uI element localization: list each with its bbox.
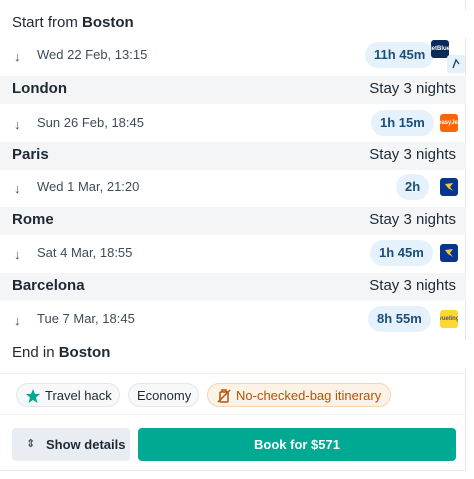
segment-row[interactable]: ↓ Sun 26 Feb, 18:45 1h 15m easyJet [0,104,466,142]
vueling-logo-icon: vueling [440,310,458,328]
no-bag-icon [217,389,231,403]
segment-row[interactable]: ↓ Tue 7 Mar, 18:45 8h 55m vueling [0,300,466,338]
stop-city: Rome [12,211,54,228]
duration-badge: 1h 15m [371,110,434,136]
end-prefix: End in [12,344,55,361]
stop-city: Barcelona [12,277,85,294]
segment-row[interactable]: ↓ Wed 1 Mar, 21:20 2h [0,168,466,206]
segment-date: Sun 26 Feb, 18:45 [37,115,144,130]
arrow-down-icon: ↓ [14,247,21,262]
easyjet-logo-icon: easyJet [440,114,458,132]
end-line: End in Boston [12,344,110,361]
ryanair-logo-icon [440,178,458,196]
economy-label: Economy [137,388,192,403]
jetblue-logo-icon: jetBlue [431,40,449,58]
start-line: Start from Boston [12,14,134,31]
duration-badge: 11h 45m [365,42,435,68]
no-checked-bag-label: No-checked-bag itinerary [236,388,382,403]
duration-badge: 1h 45m [370,240,433,266]
stop-row-london: London Stay 3 nights [0,76,466,104]
show-details-label: Show details [46,437,126,452]
stay-duration: Stay 3 nights [369,277,456,294]
arrow-down-icon: ↓ [14,49,21,64]
tags-row: Travel hack Economy No-checked-bag itine… [0,373,466,415]
start-row: Start from Boston [0,10,466,38]
economy-tag[interactable]: Economy [128,383,199,407]
duration-badge: 8h 55m [368,306,431,332]
stop-city: Paris [12,146,49,163]
travel-hack-label: Travel hack [45,388,112,403]
connection-icon [447,55,465,73]
stop-city: London [12,80,67,97]
arrow-down-icon: ↓ [14,117,21,132]
itinerary-card: Start from Boston ↓ Wed 22 Feb, 13:15 11… [0,0,466,471]
travel-hack-tag[interactable]: Travel hack [16,383,120,407]
segment-row[interactable]: ↓ Wed 22 Feb, 13:15 11h 45m jetBlue [0,36,466,74]
arrow-down-icon: ↓ [14,313,21,328]
stop-row-barcelona: Barcelona Stay 3 nights [0,273,466,301]
ryanair-logo-icon [440,244,458,262]
no-checked-bag-tag[interactable]: No-checked-bag itinerary [207,383,391,407]
chevron-up-down-icon: ⇕ [26,438,36,450]
segment-date: Wed 22 Feb, 13:15 [37,47,148,62]
segment-date: Sat 4 Mar, 18:55 [37,245,133,260]
stay-duration: Stay 3 nights [369,80,456,97]
segment-row[interactable]: ↓ Sat 4 Mar, 18:55 1h 45m [0,234,466,272]
stop-row-rome: Rome Stay 3 nights [0,207,466,235]
star-icon [26,389,40,403]
stay-duration: Stay 3 nights [369,146,456,163]
end-city: Boston [58,344,111,361]
book-button[interactable]: Book for $571 [138,428,456,461]
segment-date: Wed 1 Mar, 21:20 [37,179,140,194]
end-row: End in Boston [0,340,466,368]
duration-badge: 2h [396,174,430,200]
book-label: Book for $571 [254,437,340,452]
stop-row-paris: Paris Stay 3 nights [0,142,466,170]
show-details-button[interactable]: ⇕ Show details [12,428,130,461]
segment-date: Tue 7 Mar, 18:45 [37,311,135,326]
stay-duration: Stay 3 nights [369,211,456,228]
arrow-down-icon: ↓ [14,181,21,196]
start-prefix: Start from [12,14,78,31]
start-city: Boston [82,14,134,31]
